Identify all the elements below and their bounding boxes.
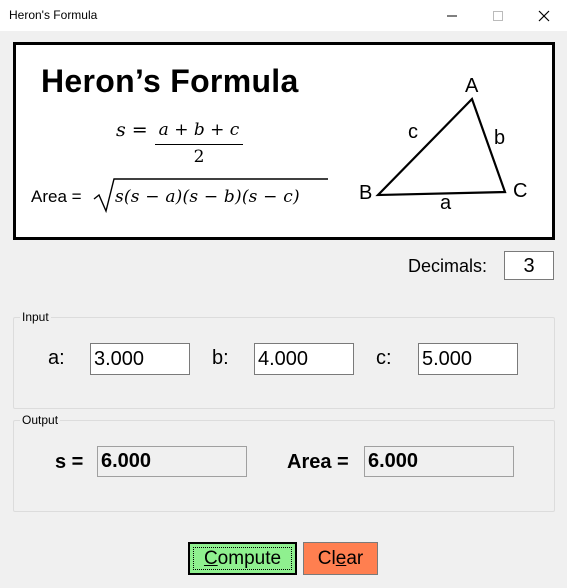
maximize-icon xyxy=(493,10,503,21)
maximize-button[interactable] xyxy=(475,0,521,31)
minimize-icon xyxy=(447,15,457,16)
b-input[interactable]: 4.000 xyxy=(254,343,354,375)
c-input[interactable]: 5.000 xyxy=(418,343,518,375)
s-output-field: 6.000 xyxy=(97,446,247,477)
compute-button[interactable]: Compute xyxy=(188,542,297,575)
close-button[interactable] xyxy=(521,0,567,31)
s-formula-denominator: 2 xyxy=(193,147,205,167)
focus-rectangle xyxy=(193,547,292,570)
close-icon xyxy=(538,10,550,21)
s-formula-numerator: a + b + c xyxy=(158,120,240,140)
minimize-button[interactable] xyxy=(429,0,475,31)
s-formula-fraction: a + b + c 2 xyxy=(153,120,245,167)
vertex-b-label: B xyxy=(359,182,373,204)
c-label: c: xyxy=(376,347,392,369)
area-formula-radicand: s(s − a)(s − b)(s − c) xyxy=(115,187,300,207)
b-label: b: xyxy=(212,347,229,369)
decimals-input[interactable]: 3 xyxy=(504,251,554,280)
area-formula-label: Area = xyxy=(31,187,82,206)
title-bar: Heron's Formula xyxy=(0,0,567,31)
banner-title: Heron’s Formula xyxy=(41,63,299,99)
a-label: a: xyxy=(48,347,65,369)
clear-button-label: Clear xyxy=(317,547,364,569)
formula-banner: Heron’s Formula s = a + b + c 2 Area = s… xyxy=(13,42,555,240)
side-a-label: a xyxy=(440,192,452,214)
a-input[interactable]: 3.000 xyxy=(90,343,190,375)
side-c-label: c xyxy=(408,121,418,143)
area-output-field: 6.000 xyxy=(364,446,514,477)
input-group-label: Input xyxy=(20,310,51,324)
area-output-label: Area = xyxy=(287,451,349,473)
vertex-a-label: A xyxy=(465,75,479,97)
decimals-label: Decimals: xyxy=(408,256,488,276)
s-formula-lhs: s = xyxy=(116,119,148,141)
side-b-label: b xyxy=(494,127,506,149)
window-title: Heron's Formula xyxy=(9,8,98,22)
output-group-label: Output xyxy=(20,413,61,427)
clear-button[interactable]: Clear xyxy=(303,542,378,575)
s-output-label: s = xyxy=(55,451,84,473)
vertex-c-label: C xyxy=(513,180,528,202)
